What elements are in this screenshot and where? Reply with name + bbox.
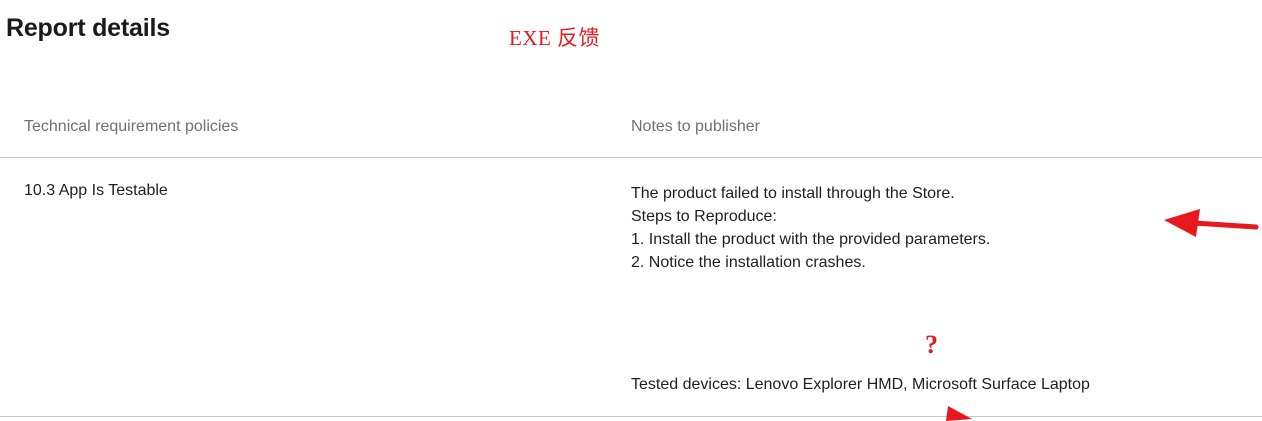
policy-cell: 10.3 App Is Testable	[24, 182, 168, 199]
annotation-label: EXE 反馈	[509, 26, 601, 50]
tested-devices-text: Tested devices: Lenovo Explorer HMD, Mic…	[631, 376, 1090, 393]
notes-cell: The product failed to install through th…	[631, 182, 990, 274]
notes-line: Steps to Reproduce:	[631, 208, 777, 225]
red-arrow-icon	[946, 406, 972, 421]
notes-line: The product failed to install through th…	[631, 185, 955, 202]
annotation-question-mark: ?	[925, 330, 938, 359]
notes-line: 1. Install the product with the provided…	[631, 231, 991, 248]
red-arrow-icon	[1164, 209, 1259, 237]
notes-line: 2. Notice the installation crashes.	[631, 254, 866, 271]
table-header-divider	[0, 157, 1262, 158]
column-header-notes: Notes to publisher	[631, 118, 760, 135]
table-row-divider	[0, 416, 1262, 417]
column-header-policies: Technical requirement policies	[24, 118, 239, 135]
page-title: Report details	[6, 14, 170, 42]
